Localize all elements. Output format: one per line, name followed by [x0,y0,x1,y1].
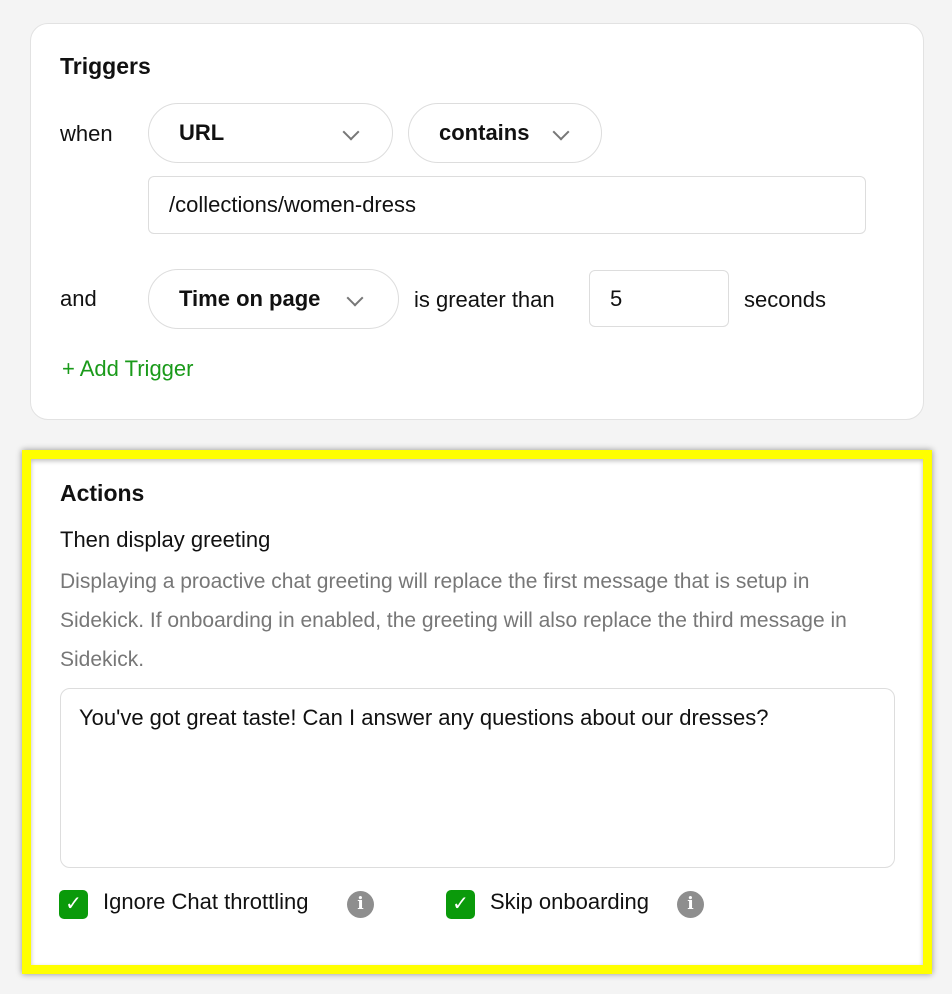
field-value: URL [179,120,225,145]
operator-select[interactable]: contains [408,103,602,163]
seconds-input-value: 5 [610,285,623,311]
skip-onboarding-label: Skip onboarding [490,889,650,914]
condition-value: Time on page [179,286,321,311]
ignore-throttling-label: Ignore Chat throttling [103,889,309,914]
add-trigger-button[interactable]: + Add Trigger [62,356,193,382]
info-icon[interactable]: i [677,891,704,918]
ignore-throttling-checkbox[interactable]: ✓ [59,890,88,919]
actions-subtitle: Then display greeting [60,527,271,552]
and-label: and [60,286,97,311]
seconds-input[interactable]: 5 [589,270,729,327]
url-input-value: /collections/women-dress [169,192,416,217]
greeting-textarea[interactable]: You've got great taste! Can I answer any… [60,688,895,868]
chevron-down-icon [342,123,360,141]
chevron-down-icon [346,289,364,307]
info-icon[interactable]: i [347,891,374,918]
actions-title: Actions [60,480,145,506]
condition-select[interactable]: Time on page [148,269,399,329]
field-select[interactable]: URL [148,103,393,163]
actions-description: Displaying a proactive chat greeting wil… [60,570,847,671]
chevron-down-icon [552,123,570,141]
when-label: when [60,121,113,146]
operator-value: contains [439,120,530,145]
unit-label: seconds [744,287,826,312]
url-input[interactable]: /collections/women-dress [148,176,866,234]
skip-onboarding-checkbox[interactable]: ✓ [446,890,475,919]
triggers-title: Triggers [60,53,151,79]
comparison-label: is greater than [414,287,555,312]
